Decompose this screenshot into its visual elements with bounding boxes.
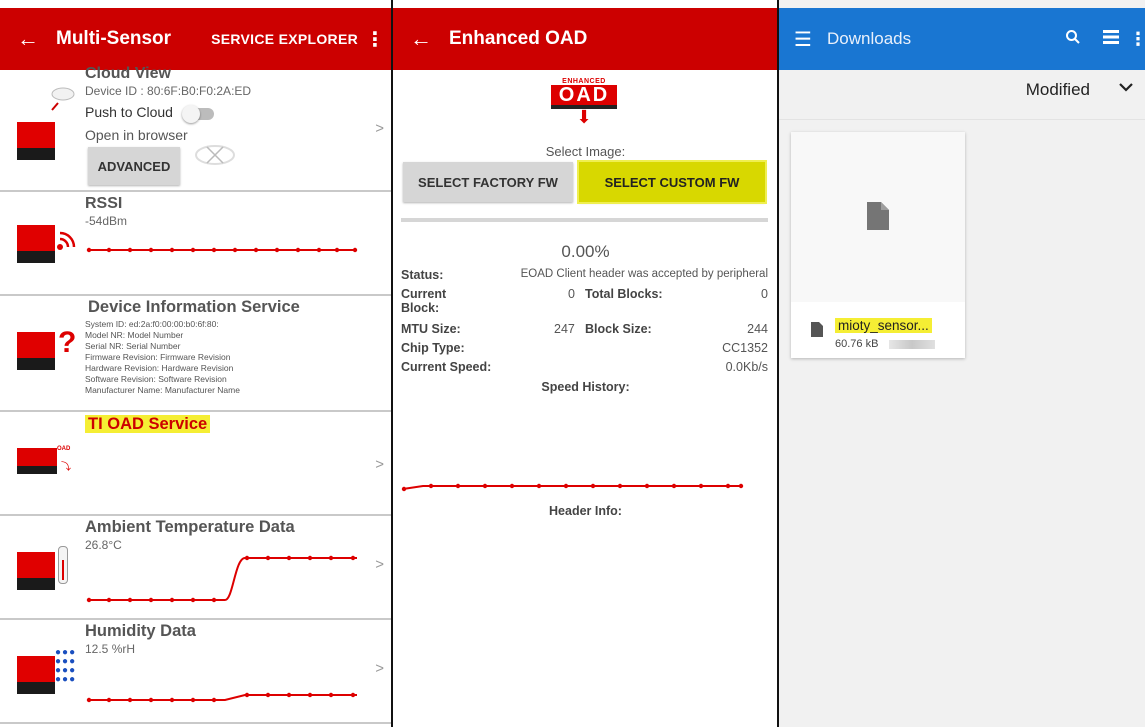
back-arrow-icon[interactable]: ←	[0, 28, 56, 50]
sort-modified-button[interactable]: Modified	[1026, 80, 1090, 100]
mtu-size-label: MTU Size:	[401, 322, 461, 336]
rssi-history-graph	[86, 247, 358, 253]
humidity-value: 12.5 %rH	[85, 642, 136, 656]
select-custom-fw-button[interactable]: SELECT CUSTOM FW	[577, 160, 767, 204]
current-speed-label: Current Speed:	[401, 360, 492, 374]
logo-oad-text: OAD	[551, 85, 617, 109]
push-to-cloud-toggle[interactable]	[182, 105, 214, 123]
multisensor-app-bar: ← Multi-Sensor SERVICE EXPLORER ⋮	[0, 8, 392, 70]
search-icon[interactable]	[1053, 29, 1093, 50]
total-blocks-label: Total Blocks:	[585, 287, 663, 301]
chevron-right-icon: >	[375, 456, 384, 473]
file-card[interactable]: mioty_sensor... 60.76 kB	[791, 132, 965, 358]
device-id-text: Device ID : 80:6F:B0:F0:2A:ED	[85, 84, 252, 98]
device-info-line: Manufacturer Name: Manufacturer Name	[85, 385, 240, 395]
service-ti-oad[interactable]: OAD ⤵ TI OAD Service >	[0, 412, 392, 516]
sort-bar	[779, 70, 1145, 120]
mtu-size-value: 247	[554, 322, 575, 336]
block-size-value: 244	[747, 322, 768, 336]
list-view-icon[interactable]	[1093, 29, 1129, 49]
file-size: 60.76 kB	[835, 338, 879, 350]
chevron-down-icon[interactable]	[1117, 78, 1135, 101]
select-factory-fw-button[interactable]: SELECT FACTORY FW	[403, 162, 573, 202]
document-icon	[867, 202, 889, 230]
file-thumbnail	[791, 132, 965, 302]
file-name-text: mioty_sensor...	[835, 318, 932, 333]
current-block-label: Current Block:	[401, 287, 447, 315]
chevron-right-icon: >	[375, 120, 384, 137]
oad-progress-bar	[401, 218, 768, 222]
cloud-view-title: Cloud View	[85, 65, 171, 82]
speed-history-label: Speed History:	[541, 380, 630, 394]
status-label: Status:	[401, 268, 444, 282]
humidity-graph	[86, 692, 357, 703]
enhanced-oad-panel: ← Enhanced OAD ENHANCED OAD ⬇ Select Ima…	[393, 0, 778, 727]
device-info-details: System ID: ed:2a:f0:00:00:b0:6f:80: Mode…	[85, 319, 240, 396]
service-ambient-temperature[interactable]: Ambient Temperature Data 26.8°C >	[0, 516, 392, 620]
multisensor-panel: ← Multi-Sensor SERVICE EXPLORER ⋮ Cloud …	[0, 0, 392, 727]
open-in-browser-link[interactable]: Open in browser	[85, 127, 188, 143]
ti-oad-title-text: TI OAD Service	[85, 415, 211, 433]
speed-history-graph	[401, 483, 744, 492]
chip-type-label: Chip Type:	[401, 341, 465, 355]
enhanced-oad-logo: ENHANCED OAD ⬇	[551, 78, 617, 134]
oad-app-bar-title: Enhanced OAD	[449, 28, 588, 49]
chevron-right-icon: >	[375, 660, 384, 677]
advanced-button[interactable]: ADVANCED	[88, 147, 180, 185]
block-size-label: Block Size:	[585, 322, 652, 336]
file-date-blurred	[889, 340, 935, 349]
status-value: EOAD Client header was accepted by perip…	[520, 268, 768, 280]
ambient-temp-title: Ambient Temperature Data	[85, 518, 295, 536]
downloads-panel: ☰ Downloads ⋮ Modified mioty_sensor... 6…	[779, 0, 1145, 727]
ambient-temp-graph	[86, 555, 357, 603]
device-info-line: Software Revision: Software Revision	[85, 374, 227, 384]
push-to-cloud-label: Push to Cloud	[85, 104, 173, 120]
device-info-line: Hardware Revision: Hardware Revision	[85, 363, 234, 373]
device-info-title: Device Information Service	[88, 298, 300, 316]
more-vert-icon[interactable]: ⋮	[358, 27, 392, 52]
file-type-icon	[811, 322, 823, 337]
humidity-title: Humidity Data	[85, 622, 196, 640]
chip-type-value: CC1352	[722, 341, 768, 355]
service-cloud-view[interactable]: Cloud View Device ID : 80:6F:B0:F0:2A:ED…	[0, 62, 392, 192]
oad-app-bar: ← Enhanced OAD	[393, 8, 778, 70]
current-speed-value: 0.0Kb/s	[725, 360, 768, 374]
app-bar-title: Multi-Sensor	[56, 28, 172, 49]
oad-percent: 0.00%	[561, 242, 610, 261]
service-humidity[interactable]: ●●● ●●● ●●● ●●● Humidity Data 12.5 %rH >	[0, 620, 392, 724]
service-rssi[interactable]: RSSI -54dBm	[0, 192, 392, 296]
downloads-title: Downloads	[827, 29, 912, 48]
select-image-label: Select Image:	[545, 144, 626, 159]
ti-oad-title: TI OAD Service	[85, 415, 211, 434]
total-blocks-value: 0	[761, 287, 768, 301]
header-info-label: Header Info:	[549, 504, 622, 518]
service-device-information[interactable]: ? Device Information Service System ID: …	[0, 296, 392, 412]
device-info-line: Serial NR: Serial Number	[85, 341, 181, 351]
hamburger-menu-icon[interactable]: ☰	[779, 27, 827, 52]
service-explorer-button[interactable]: SERVICE EXPLORER	[211, 31, 358, 47]
more-vert-icon[interactable]: ⋮	[1129, 29, 1145, 50]
back-arrow-icon[interactable]: ←	[393, 28, 449, 50]
device-info-line: Firmware Revision: Firmware Revision	[85, 352, 231, 362]
chevron-right-icon: >	[375, 556, 384, 573]
current-block-value: 0	[568, 287, 575, 301]
rssi-title: RSSI	[85, 195, 123, 212]
device-info-line: Model NR: Model Number	[85, 330, 184, 340]
down-arrow-icon: ⬇	[576, 107, 592, 127]
device-info-line: System ID: ed:2a:f0:00:00:b0:6f:80:	[85, 319, 219, 329]
rssi-value: -54dBm	[85, 214, 128, 228]
cloud-disconnected-icon	[195, 145, 235, 165]
file-name: mioty_sensor...	[835, 318, 932, 333]
downloads-app-bar: ☰ Downloads ⋮	[779, 8, 1145, 70]
